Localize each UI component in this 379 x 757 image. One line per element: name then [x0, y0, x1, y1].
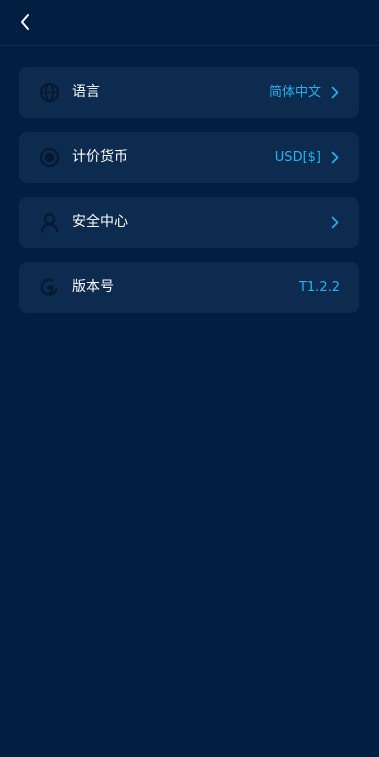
settings-list: 语言 简体中文 计价货币 USD[$] 安全中心 版本号 T1.2.2: [19, 67, 359, 327]
coin-icon: [39, 147, 60, 168]
chevron-right-icon: [328, 85, 342, 99]
chevron-left-icon: [21, 14, 29, 30]
settings-item-label: 安全中心: [72, 214, 128, 230]
chevron-right-icon: [328, 150, 342, 164]
settings-item-value: 简体中文: [268, 85, 321, 100]
settings-item-version: 版本号 T1.2.2: [19, 262, 359, 313]
settings-item-currency[interactable]: 计价货币 USD[$]: [19, 132, 359, 183]
version-icon: [39, 277, 60, 298]
top-bar: [0, 0, 379, 46]
settings-item-label: 语言: [72, 84, 100, 100]
settings-item-label: 版本号: [72, 279, 114, 295]
settings-item-label: 计价货币: [72, 149, 128, 165]
user-shield-icon: [39, 212, 60, 233]
settings-item-value: USD[$]: [274, 150, 321, 165]
globe-icon: [39, 82, 60, 103]
back-button[interactable]: [12, 9, 38, 35]
settings-item-language[interactable]: 语言 简体中文: [19, 67, 359, 118]
version-value: T1.2.2: [298, 280, 340, 295]
settings-item-security[interactable]: 安全中心: [19, 197, 359, 248]
chevron-right-icon: [328, 215, 342, 229]
